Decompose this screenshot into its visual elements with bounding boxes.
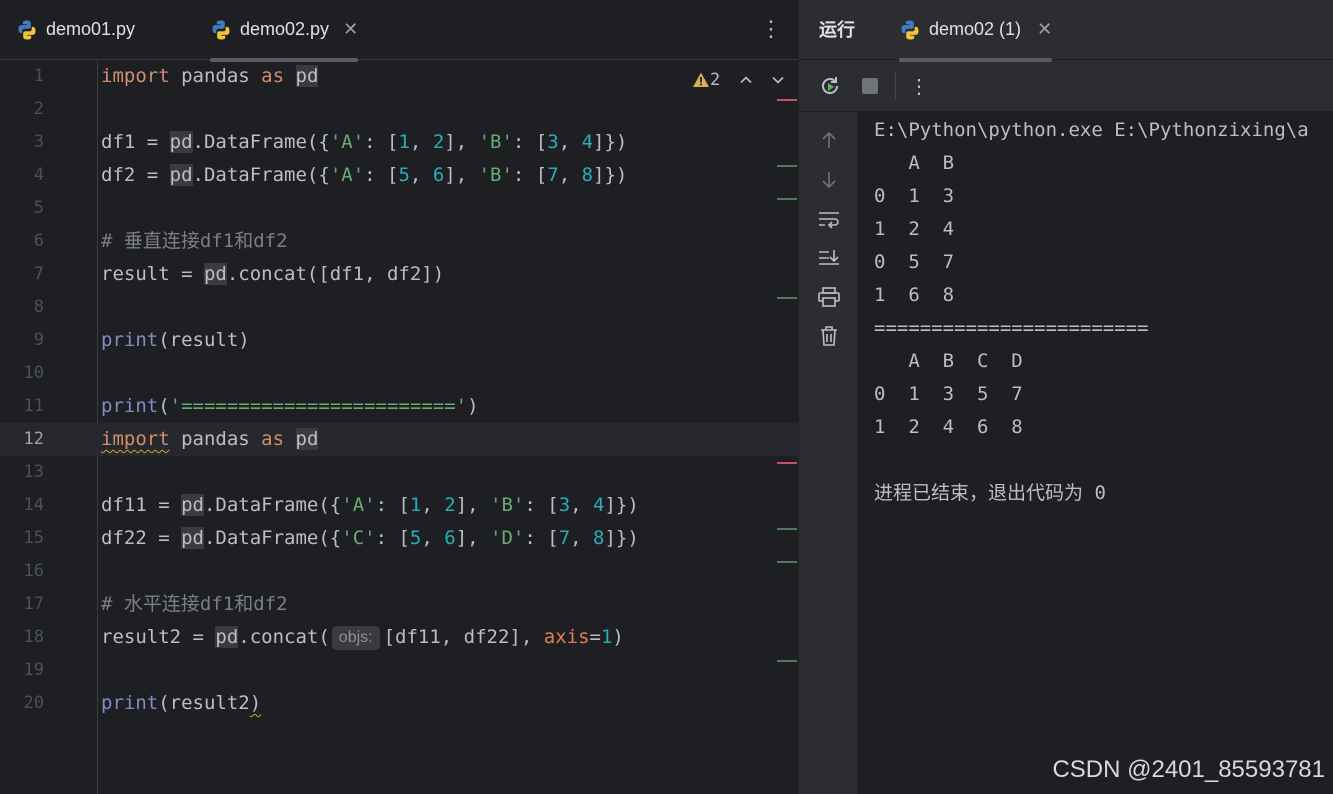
line-number: 2 (33, 99, 44, 119)
line-number: 9 (33, 330, 44, 350)
more-options-icon[interactable]: ⋮ (760, 14, 782, 44)
code-line: 10 (0, 357, 798, 390)
change-stripe-marker[interactable] (777, 297, 797, 299)
line-number: 13 (23, 462, 44, 482)
console-side-toolbar (799, 112, 857, 794)
line-number: 14 (23, 495, 44, 515)
close-icon[interactable]: ✕ (1037, 19, 1052, 40)
code-line: 15 df22 = pd.DataFrame({'C': [5, 6], 'D'… (0, 522, 798, 555)
code-line: 16 (0, 555, 798, 588)
run-toolbar: ⋮ (799, 60, 1333, 112)
code-line: 14 df11 = pd.DataFrame({'A': [1, 2], 'B'… (0, 489, 798, 522)
soft-wrap-icon[interactable] (817, 207, 841, 231)
line-number: 12 (23, 429, 44, 449)
change-stripe-marker[interactable] (777, 528, 797, 530)
run-tool-window: 运行 demo02 (1) ✕ ⋮ E:\Python\python.exe E… (798, 0, 1333, 794)
watermark: CSDN @2401_85593781 (1052, 756, 1325, 783)
code-line: 20 print(result2) (0, 687, 798, 720)
process-exit-message: 进程已结束，退出代码为 0 (874, 482, 1106, 504)
change-stripe-marker[interactable] (777, 660, 797, 662)
run-title: 运行 (819, 20, 855, 40)
line-number: 18 (23, 627, 44, 647)
code-line: 7 result = pd.concat([df1, df2]) (0, 258, 798, 291)
console-output[interactable]: E:\Python\python.exe E:\Pythonzixing\a A… (857, 112, 1333, 794)
line-number: 17 (23, 594, 44, 614)
python-file-icon (212, 20, 230, 39)
code-line: 13 (0, 456, 798, 489)
line-number: 16 (23, 561, 44, 581)
code-line: 6 # 垂直连接df1和df2 (0, 225, 798, 258)
code-line: 18 result2 = pd.concat(objs: [df11, df22]… (0, 621, 798, 654)
code-line: 9 print(result) (0, 324, 798, 357)
error-stripe-marker[interactable] (777, 462, 797, 464)
console-line: 1 2 4 6 8 (874, 416, 1023, 438)
code-comment: # 水平连接df1和df2 (101, 593, 288, 615)
arrow-up-icon[interactable] (817, 128, 841, 152)
close-icon[interactable]: ✕ (343, 19, 358, 40)
line-number: 10 (23, 363, 44, 383)
code-line: 11 print('========================') (0, 390, 798, 423)
line-number: 15 (23, 528, 44, 548)
change-stripe-marker[interactable] (777, 561, 797, 563)
console-line: 1 2 4 (874, 218, 955, 240)
error-stripe-marker[interactable] (777, 99, 797, 101)
run-tab-bar: 运行 demo02 (1) ✕ (799, 0, 1333, 62)
code-line: 2 (0, 93, 798, 126)
tab-label: demo01.py (46, 19, 136, 39)
change-stripe-marker[interactable] (777, 198, 797, 200)
arrow-down-icon[interactable] (817, 168, 841, 192)
line-number: 5 (33, 198, 44, 218)
parameter-hint: objs: (331, 626, 380, 650)
line-number: 1 (33, 66, 44, 86)
stop-icon[interactable] (857, 73, 883, 99)
print-icon[interactable] (817, 285, 841, 309)
tab-label: demo02.py (240, 19, 330, 39)
line-number: 19 (23, 660, 44, 680)
python-file-icon (901, 20, 919, 39)
console-line: ======================== (874, 317, 1149, 339)
tab-run-config[interactable]: demo02 (1) ✕ (899, 0, 1053, 62)
console-line: A B (874, 152, 955, 174)
console-line: A B C D (874, 350, 1023, 372)
rerun-icon[interactable] (817, 73, 843, 99)
code-line: 3 df1 = pd.DataFrame({'A': [1, 2], 'B': … (0, 126, 798, 159)
line-number: 6 (33, 231, 44, 251)
code-line: 19 (0, 654, 798, 687)
console-line: 0 1 3 5 7 (874, 383, 1023, 405)
more-options-icon[interactable]: ⋮ (906, 73, 932, 99)
line-number: 3 (33, 132, 44, 152)
line-number: 11 (23, 396, 44, 416)
code-comment: # 垂直连接df1和df2 (101, 230, 288, 252)
code-line: 1 import pandas as pd (0, 60, 798, 93)
code-line: 8 (0, 291, 798, 324)
tab-demo02[interactable]: demo02.py ✕ (210, 0, 359, 62)
line-number: 7 (33, 264, 44, 284)
line-number: 4 (33, 165, 44, 185)
code-line: 17 # 水平连接df1和df2 (0, 588, 798, 621)
python-file-icon (18, 20, 36, 39)
code-line-current: 12 import pandas as pd (0, 423, 798, 456)
editor-pane: demo01.py demo02.py ✕ ⋮ 2 1 import panda… (0, 0, 798, 794)
code-line: 4 df2 = pd.DataFrame({'A': [5, 6], 'B': … (0, 159, 798, 192)
console-line: 1 6 8 (874, 284, 955, 306)
editor-tab-bar: demo01.py demo02.py ✕ ⋮ (0, 0, 798, 62)
code-line: 5 (0, 192, 798, 225)
console-line: E:\Python\python.exe E:\Pythonzixing\a (874, 119, 1309, 141)
change-stripe-marker[interactable] (777, 165, 797, 167)
console-line: 0 1 3 (874, 185, 955, 207)
line-number: 8 (33, 297, 44, 317)
toolbar-divider (895, 72, 896, 100)
trash-icon[interactable] (817, 324, 841, 348)
scroll-to-end-icon[interactable] (817, 246, 841, 270)
run-tab-label: demo02 (1) (929, 19, 1022, 39)
tab-demo01[interactable]: demo01.py (16, 0, 135, 59)
line-number: 20 (23, 693, 44, 713)
console-line: 0 5 7 (874, 251, 955, 273)
